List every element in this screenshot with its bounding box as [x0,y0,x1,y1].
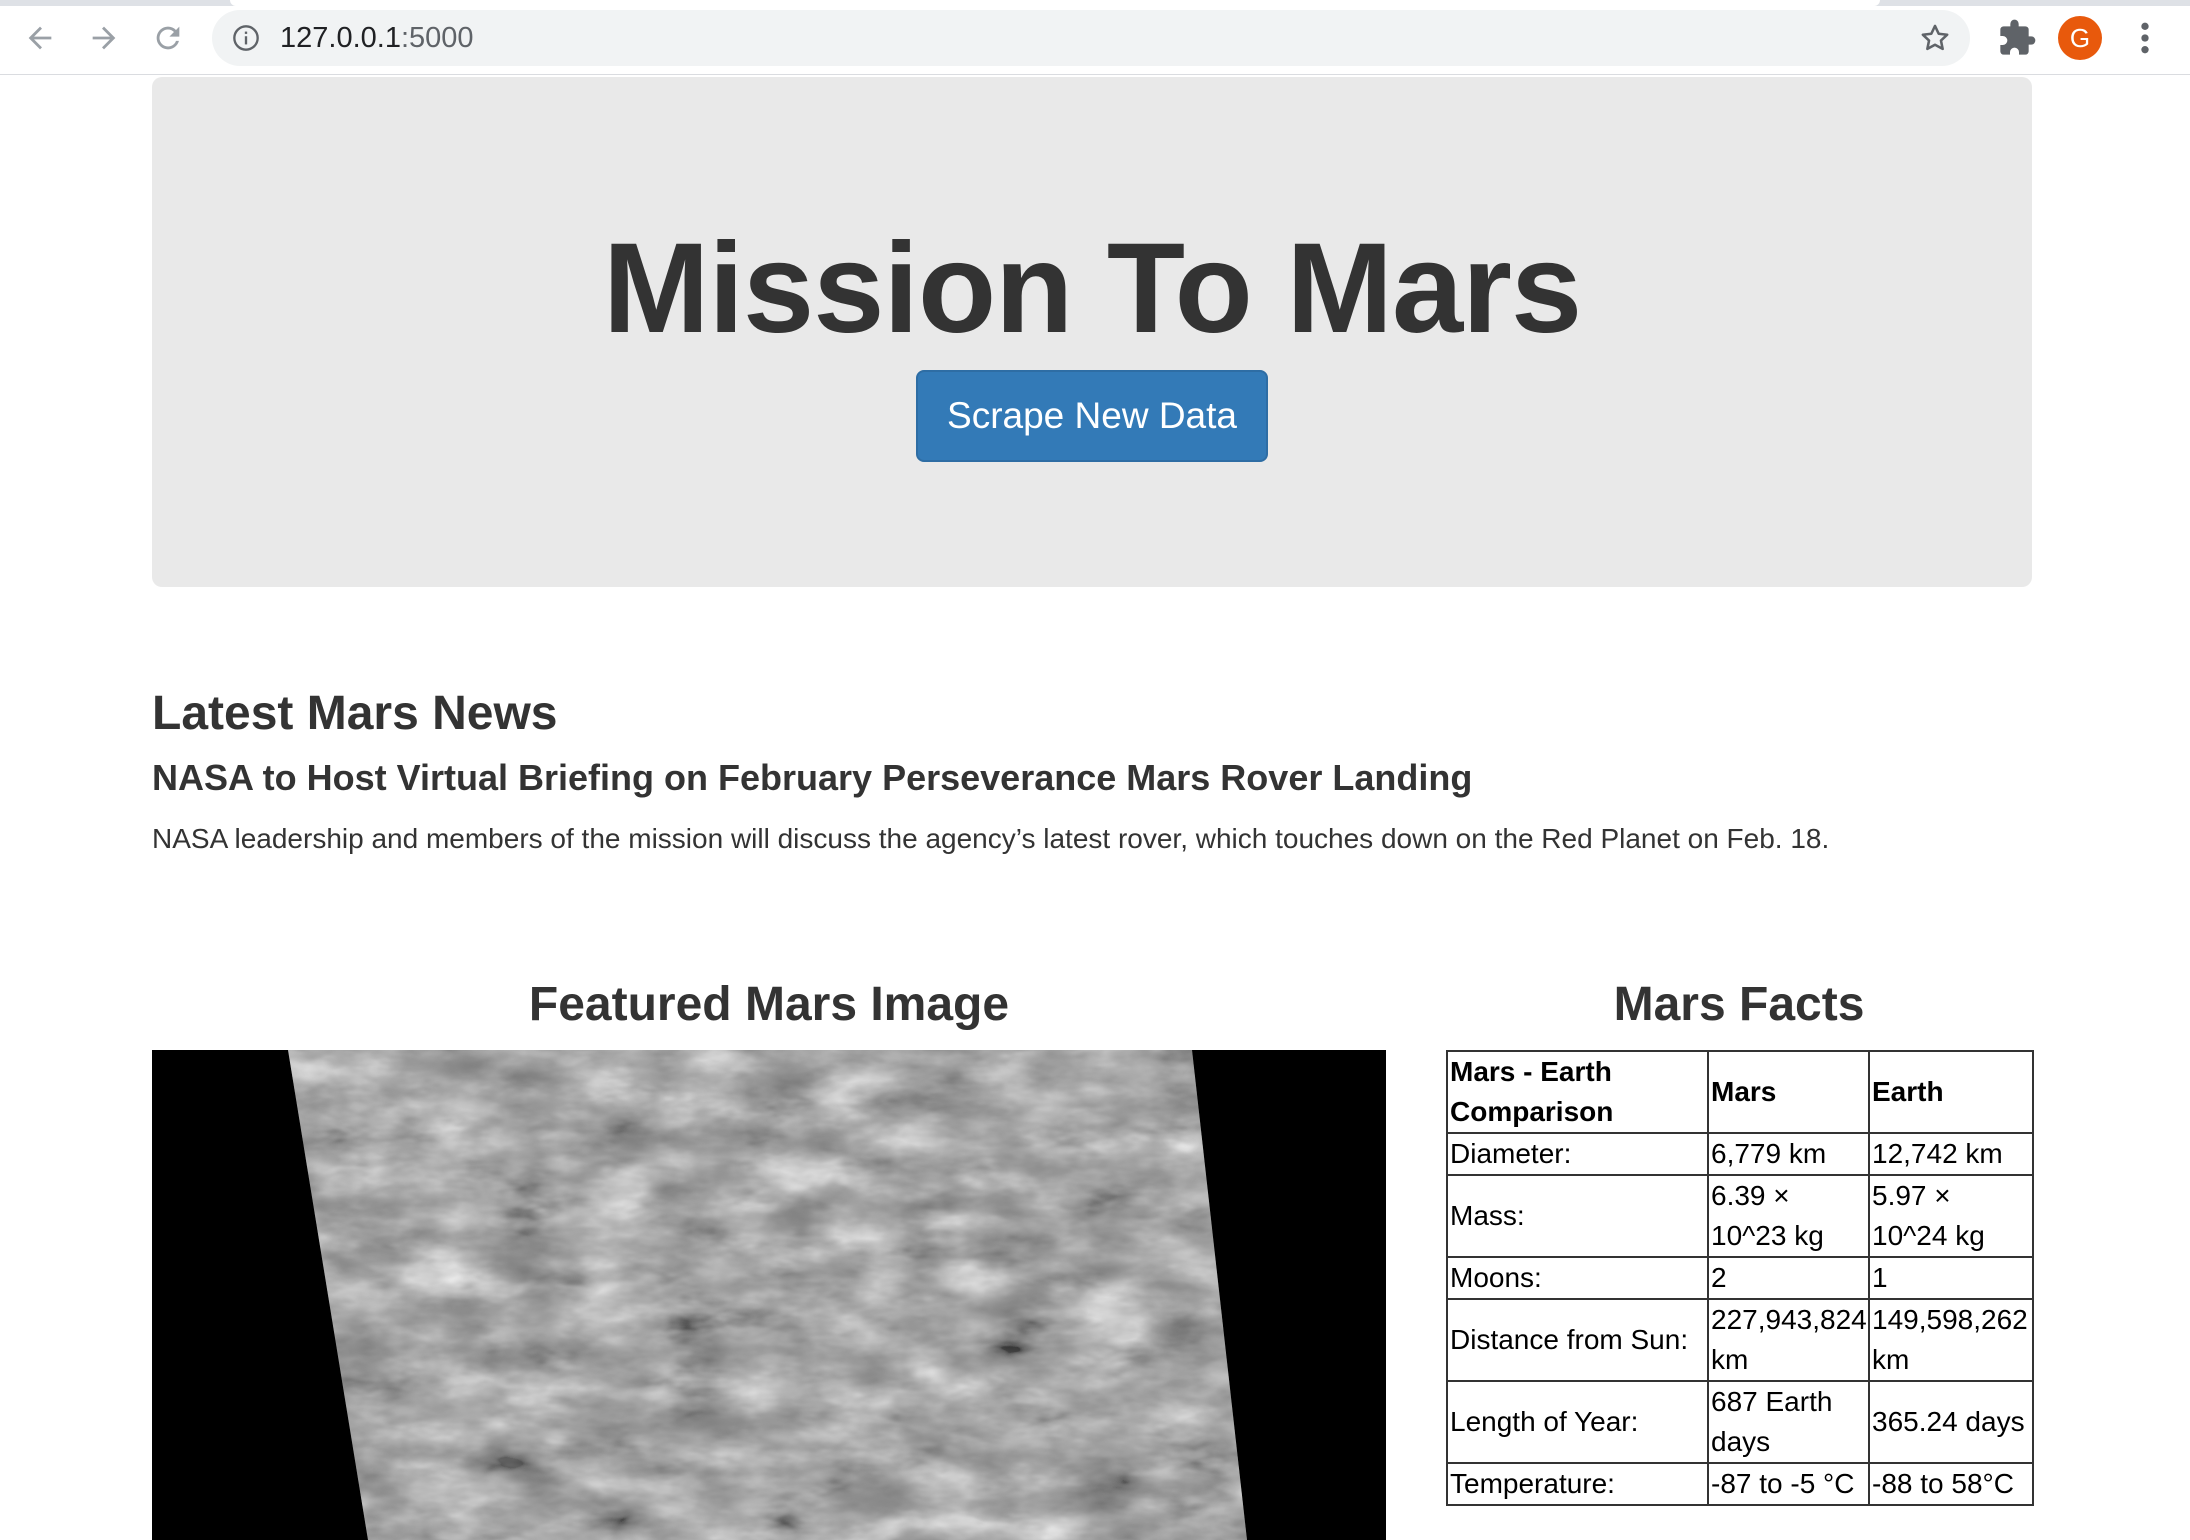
table-cell: 149,598,262 km [1868,1298,2034,1382]
table-cell: Distance from Sun: [1446,1298,1709,1382]
column-header: Mars - Earth Comparison [1446,1050,1709,1134]
table-cell: 687 Earth days [1707,1380,1870,1464]
table-header-row: Mars - Earth Comparison Mars Earth [1446,1050,2034,1134]
featured-image-heading: Featured Mars Image [528,978,1010,1031]
info-icon[interactable] [232,24,260,52]
featured-mars-image [152,1050,1386,1540]
table-cell: 2 [1707,1256,1870,1300]
back-button[interactable] [20,18,60,58]
extensions-puzzle-icon[interactable] [1997,18,2037,58]
table-cell: 1 [1868,1256,2034,1300]
table-cell: 227,943,824 km [1707,1298,1870,1382]
profile-avatar[interactable]: G [2058,16,2102,60]
table-cell: 5.97 × 10^24 kg [1868,1174,2034,1258]
reload-button[interactable] [148,18,188,58]
page-title: Mission To Mars [602,217,1582,360]
table-row: Diameter: 6,779 km 12,742 km [1446,1132,2034,1176]
kebab-menu-icon[interactable] [2130,18,2160,58]
url-host: 127.0.0.1 [280,22,401,54]
mars-facts-table: Mars - Earth Comparison Mars Earth Diame… [1446,1050,2034,1506]
forward-button[interactable] [84,18,124,58]
table-cell: -87 to -5 °C [1707,1462,1870,1506]
arrow-left-icon [28,26,52,50]
table-row: Length of Year: 687 Earth days 365.24 da… [1446,1380,2034,1464]
reload-icon [156,26,180,50]
news-title: NASA to Host Virtual Briefing on Februar… [152,757,1473,798]
table-row: Distance from Sun: 227,943,824 km 149,59… [1446,1298,2034,1382]
table-cell: Temperature: [1446,1462,1709,1506]
table-row: Temperature: -87 to -5 °C -88 to 58°C [1446,1462,2034,1506]
table-cell: Length of Year: [1446,1380,1709,1464]
mars-dunes-image [152,1050,1386,1540]
mars-facts-heading: Mars Facts [1613,978,1865,1031]
table-cell: 6,779 km [1707,1132,1870,1176]
browser-toolbar: 127.0.0.1:5000 G [0,0,2190,75]
scrape-new-data-button[interactable]: Scrape New Data [916,370,1268,462]
news-heading: Latest Mars News [152,687,558,740]
url-port: :5000 [400,22,474,54]
url-text[interactable]: 127.0.0.1:5000 [280,22,474,54]
table-cell: 6.39 × 10^23 kg [1707,1174,1870,1258]
tab-strip [0,0,2190,6]
table-cell: 365.24 days [1868,1380,2034,1464]
column-header: Mars [1707,1050,1870,1134]
active-tab-edge [230,0,1880,6]
table-cell: Diameter: [1446,1132,1709,1176]
table-row: Mass: 6.39 × 10^23 kg 5.97 × 10^24 kg [1446,1174,2034,1258]
table-row: Moons: 2 1 [1446,1256,2034,1300]
news-teaser: NASA leadership and members of the missi… [152,823,1830,854]
address-bar[interactable]: 127.0.0.1:5000 [212,10,1970,66]
bookmark-star-icon[interactable] [1918,21,1952,55]
table-cell: -88 to 58°C [1868,1462,2034,1506]
arrow-right-icon [92,26,116,50]
jumbotron: Mission To Mars Scrape New Data [152,77,2032,587]
column-header: Earth [1868,1050,2034,1134]
table-cell: Mass: [1446,1174,1709,1258]
table-cell: 12,742 km [1868,1132,2034,1176]
table-cell: Moons: [1446,1256,1709,1300]
